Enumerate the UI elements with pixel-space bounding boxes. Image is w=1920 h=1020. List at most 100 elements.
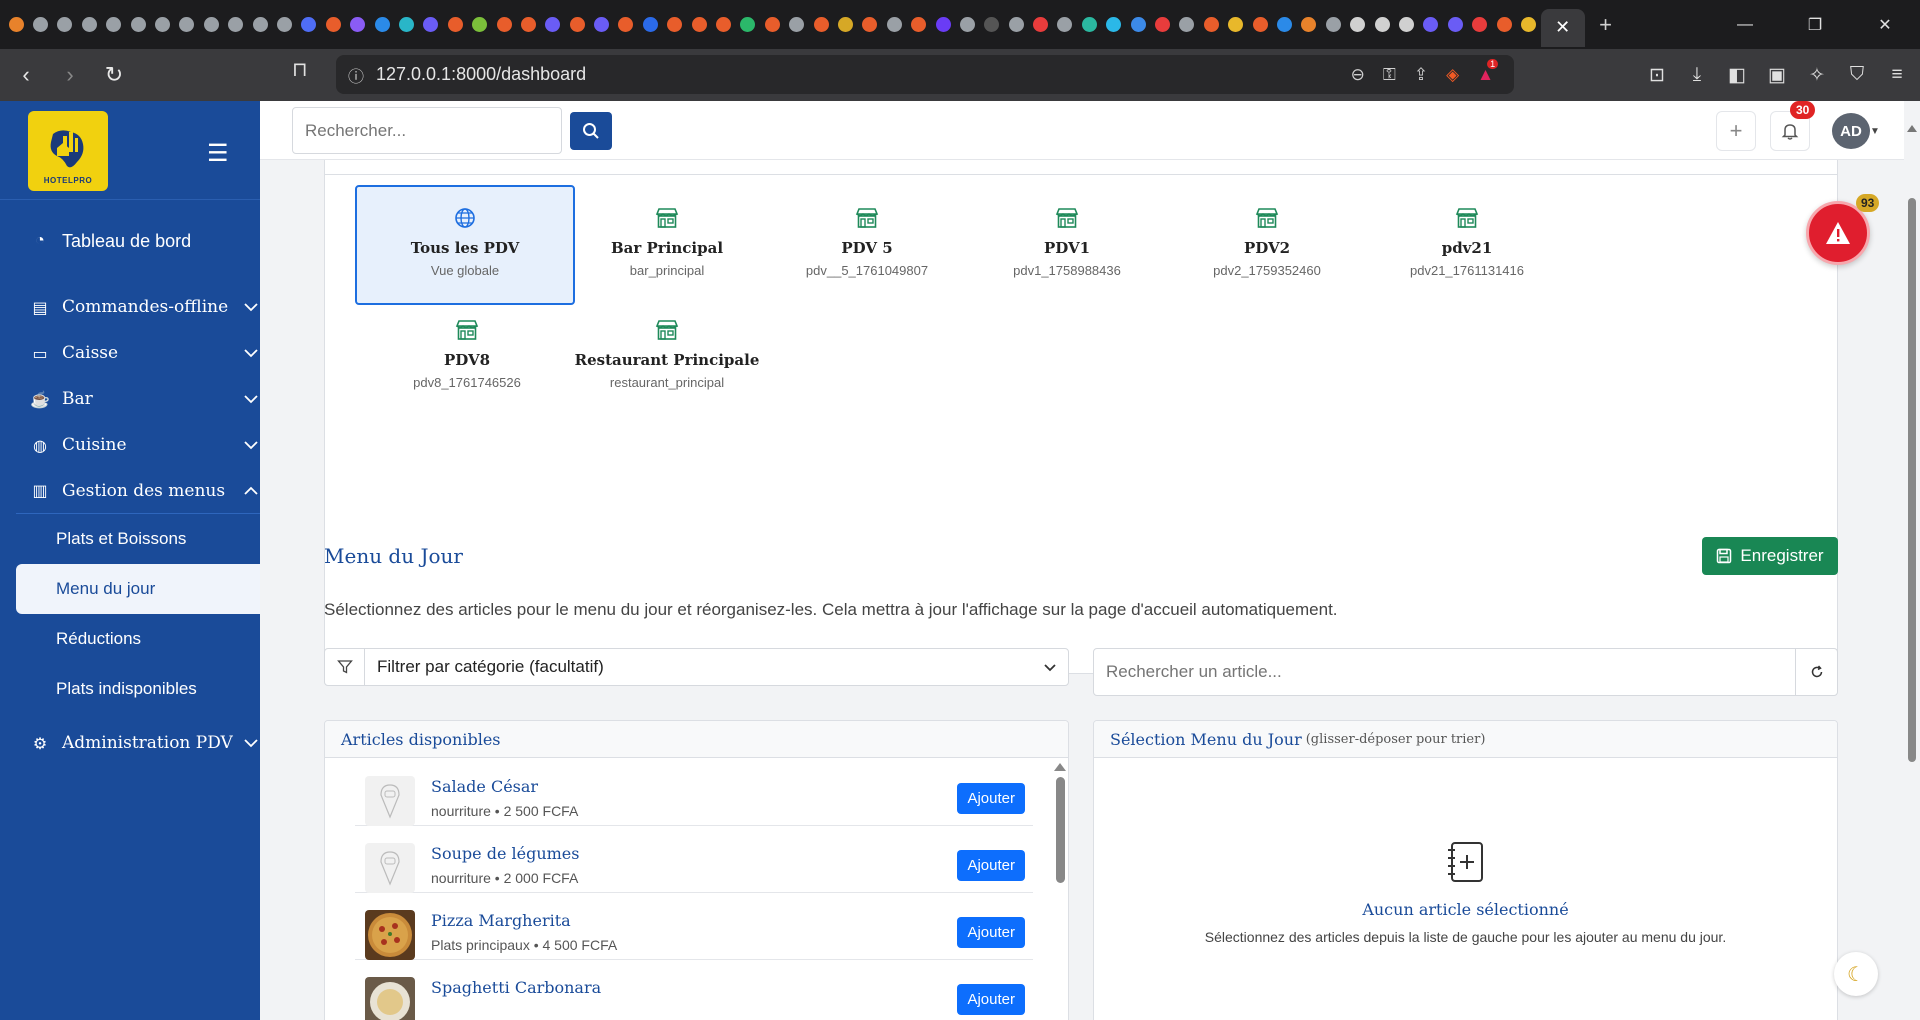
site-info-icon[interactable]: ⓘ [336,63,376,87]
pinned-tab-27[interactable] [663,0,687,49]
refresh-button[interactable] [1795,649,1837,695]
pinned-tab-10[interactable] [248,0,272,49]
bookmark-icon[interactable]: ⊓ [292,57,308,82]
pinned-tab-1[interactable] [28,0,52,49]
save-button[interactable]: Enregistrer [1702,537,1838,575]
pinned-tab-46[interactable] [1126,0,1150,49]
pinned-tab-43[interactable] [1053,0,1077,49]
reload-button[interactable]: ↻ [96,57,132,93]
pinned-tab-14[interactable] [345,0,369,49]
sidebar-subitem-plats-et-boissons[interactable]: Plats et Boissons [0,514,260,564]
share-icon[interactable]: ⇪ [1414,65,1428,85]
hotelpro-logo[interactable]: HOTELPRO [28,111,108,191]
pdv-tile[interactable]: Tous les PDV Vue globale [355,185,575,305]
pinned-tab-42[interactable] [1028,0,1052,49]
pinned-tab-54[interactable] [1321,0,1345,49]
pinned-tab-58[interactable] [1419,0,1443,49]
sidebar-subitem-plats-indisponibles[interactable]: Plats indisponibles [0,664,260,714]
pdv-tile[interactable]: PDV 5 pdv__5_1761049807 [757,187,977,307]
pinned-tab-11[interactable] [272,0,296,49]
add-button[interactable]: + [1716,111,1756,151]
pinned-tab-35[interactable] [858,0,882,49]
pdv-tile[interactable]: PDV8 pdv8_1761746526 [357,299,577,419]
avatar[interactable]: AD [1832,113,1870,149]
sidebar-toggle-icon[interactable]: ◧ [1724,64,1750,87]
pinned-tab-32[interactable] [785,0,809,49]
vpn-icon[interactable]: ⛉ [1844,64,1870,86]
sidebar-item-commandes-offline[interactable]: ▤ Commandes-offline [0,284,260,330]
leo-ai-icon[interactable]: ✧ [1804,64,1830,87]
pinned-tab-50[interactable] [1224,0,1248,49]
pinned-tab-18[interactable] [443,0,467,49]
sidebar-item-cuisine[interactable]: ◍ Cuisine [0,422,260,468]
pinned-tab-56[interactable] [1370,0,1394,49]
pdv-tile[interactable]: PDV2 pdv2_1759352460 [1157,187,1377,307]
sidebar-item-bar[interactable]: ☕ Bar [0,376,260,422]
new-tab-button[interactable]: + [1585,0,1627,49]
pinned-tab-4[interactable] [102,0,126,49]
pinned-tab-2[interactable] [53,0,77,49]
key-icon[interactable]: ⚿ [1383,65,1396,85]
add-article-button[interactable]: Ajouter [957,783,1025,814]
address-bar[interactable]: ⓘ 127.0.0.1:8000/dashboard ⊖ ⚿ ⇪ ◈ ▲ 1 [336,55,1514,94]
pdv-tile[interactable]: Restaurant Principale restaurant_principa… [557,299,777,419]
pinned-tab-59[interactable] [1443,0,1467,49]
pinned-tab-5[interactable] [126,0,150,49]
pinned-tab-9[interactable] [224,0,248,49]
pinned-tab-0[interactable] [4,0,28,49]
pinned-tab-38[interactable] [931,0,955,49]
pinned-tab-39[interactable] [955,0,979,49]
pinned-tab-28[interactable] [687,0,711,49]
pinned-tab-61[interactable] [1492,0,1516,49]
pinned-tab-24[interactable] [589,0,613,49]
global-search-button[interactable] [570,112,612,150]
pinned-tab-25[interactable] [614,0,638,49]
pinned-tab-21[interactable] [516,0,540,49]
sidebar-item-caisse[interactable]: ▭ Caisse [0,330,260,376]
pinned-tab-47[interactable] [1150,0,1174,49]
pinned-tab-45[interactable] [1102,0,1126,49]
pinned-tab-20[interactable] [492,0,516,49]
pinned-tab-48[interactable] [1175,0,1199,49]
zoom-icon[interactable]: ⊖ [1351,65,1365,85]
pinned-tab-26[interactable] [638,0,662,49]
pinned-tab-17[interactable] [419,0,443,49]
pinned-tab-16[interactable] [394,0,418,49]
pinned-tab-62[interactable] [1516,0,1540,49]
reader-icon[interactable]: ⊡ [1644,64,1670,87]
pdv-tile[interactable]: Bar Principal bar_principal [557,187,777,307]
article-list-scrollbar[interactable] [1054,761,1066,1020]
pinned-tab-60[interactable] [1467,0,1491,49]
pinned-tab-19[interactable] [467,0,491,49]
pinned-tab-12[interactable] [297,0,321,49]
add-article-button[interactable]: Ajouter [957,984,1025,1015]
category-filter-select[interactable]: Filtrer par catégorie (facultatif) [324,648,1069,686]
pinned-tab-13[interactable] [321,0,345,49]
page-scrollbar[interactable] [1904,101,1920,1020]
pdv-tile[interactable]: PDV1 pdv1_1758988436 [957,187,1177,307]
pinned-tab-15[interactable] [370,0,394,49]
sidebar-subitem-menu-du-jour[interactable]: Menu du jour [16,564,260,614]
pinned-tab-41[interactable] [1004,0,1028,49]
sidebar-item-gestion-des-menus[interactable]: ▥ Gestion des menus [16,468,260,514]
download-icon[interactable]: ⤓ [1684,64,1710,86]
pinned-tab-55[interactable] [1345,0,1369,49]
add-article-button[interactable]: Ajouter [957,850,1025,881]
pinned-tab-57[interactable] [1394,0,1418,49]
brave-rewards-icon[interactable]: ▲ 1 [1477,58,1499,85]
pinned-tab-22[interactable] [541,0,565,49]
pinned-tab-51[interactable] [1248,0,1272,49]
browser-menu-icon[interactable]: ≡ [1884,64,1910,86]
pinned-tab-8[interactable] [199,0,223,49]
dark-mode-toggle-moon-icon[interactable]: ☾ [1834,952,1878,996]
back-button[interactable]: ‹ [8,57,44,93]
sidebar-item-tableau-de-bord[interactable]: ◔ Tableau de bord [0,218,260,264]
forward-button[interactable]: › [52,57,88,93]
avatar-caret-icon[interactable]: ▼ [1870,126,1880,137]
pinned-tab-7[interactable] [175,0,199,49]
brave-shield-icon[interactable]: ◈ [1446,65,1459,85]
pinned-tab-33[interactable] [809,0,833,49]
sidebar-item-administration-pdv[interactable]: ⚙ Administration PDV [0,720,260,766]
hamburger-menu-icon[interactable]: ☰ [207,139,229,168]
minimize-button[interactable]: — [1710,0,1780,49]
